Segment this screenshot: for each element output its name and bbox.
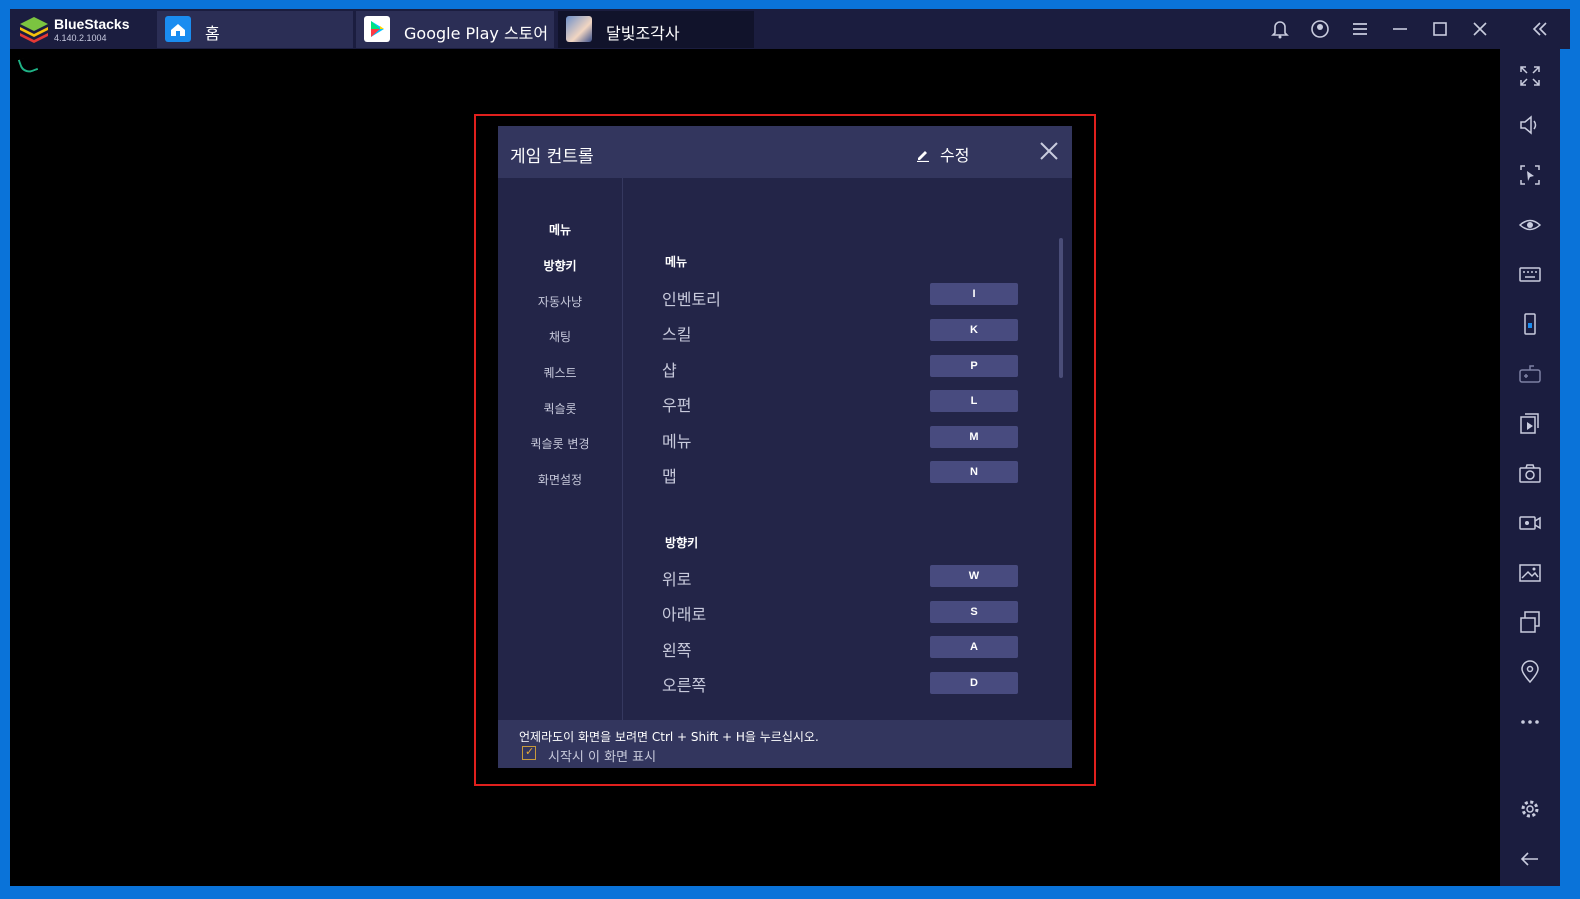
macro-icon[interactable] — [1517, 411, 1543, 437]
key-binding[interactable]: W — [930, 565, 1018, 587]
app-name: BlueStacks — [54, 16, 130, 32]
show-on-start-label: 시작시 이 화면 표시 — [548, 750, 657, 765]
key-binding[interactable]: D — [930, 672, 1018, 694]
gamepad-icon[interactable] — [1517, 361, 1543, 387]
key-binding[interactable]: N — [930, 461, 1018, 483]
key-label: 아래로 — [662, 605, 707, 624]
dialog-header: 게임 컨트롤 수정 — [498, 126, 1072, 178]
key-label: 스킬 — [662, 325, 692, 344]
multi-instance-icon[interactable] — [1517, 609, 1543, 635]
key-binding[interactable]: S — [930, 601, 1018, 623]
title-bar: BlueStacks 4.140.2.1004 홈 Google Play 스토… — [10, 9, 1570, 49]
key-mapping-list[interactable]: 메뉴 인벤토리 I 스킬 K 샵 P 우편 L 메뉴 M 맵 N 방향키 위로 … — [622, 178, 1072, 720]
section-title-direction-keys: 방향키 — [665, 536, 699, 550]
bluestacks-logo-icon — [20, 17, 48, 43]
show-on-start-checkbox[interactable]: ✓ — [522, 745, 536, 760]
key-label: 오른쪽 — [662, 676, 707, 695]
maximize-icon[interactable] — [1428, 17, 1452, 41]
dialog-title: 게임 컨트롤 — [510, 147, 594, 167]
nav-item-direction-keys[interactable]: 방향키 — [498, 257, 622, 274]
key-label: 인벤토리 — [662, 290, 721, 309]
bell-icon[interactable] — [1268, 17, 1292, 41]
google-play-icon — [364, 16, 390, 42]
nav-item-auto-hunt[interactable]: 자동사냥 — [498, 293, 622, 310]
tab-label: 달빛조각사 — [606, 24, 680, 43]
game-controls-dialog: 게임 컨트롤 수정 메뉴 방향키 자동사냥 채팅 퀘스트 퀵슬롯 퀵슬롯 변경 … — [498, 126, 1072, 768]
game-icon — [566, 16, 592, 42]
key-label: 왼쪽 — [662, 641, 692, 660]
scrollbar[interactable] — [1059, 238, 1063, 378]
dialog-footer: 언제라도이 화면을 보려면 Ctrl + Shift + H을 누르십시오. ✓… — [498, 720, 1072, 768]
nav-item-quickslot-change[interactable]: 퀵슬롯 변경 — [498, 435, 622, 452]
section-title-menu: 메뉴 — [665, 255, 688, 269]
minimize-icon[interactable] — [1388, 17, 1412, 41]
tab-label: 홈 — [205, 24, 220, 43]
volume-icon[interactable] — [1517, 112, 1543, 138]
home-icon — [165, 16, 191, 42]
menu-icon[interactable] — [1348, 17, 1372, 41]
collapse-sidebar-icon[interactable] — [1528, 17, 1552, 41]
camera-icon[interactable] — [1517, 460, 1543, 486]
fullscreen-icon[interactable] — [1517, 63, 1543, 89]
eye-icon[interactable] — [1517, 212, 1543, 238]
settings-gear-icon[interactable] — [1517, 796, 1543, 822]
shortcut-hint: 언제라도이 화면을 보려면 Ctrl + Shift + H을 누르십시오. — [519, 730, 819, 744]
tab-google-play[interactable]: Google Play 스토어 — [356, 11, 554, 48]
tab-home[interactable]: 홈 — [157, 11, 353, 48]
checkmark-icon: ✓ — [525, 745, 535, 758]
right-toolbar — [1500, 49, 1560, 886]
app-logo: BlueStacks 4.140.2.1004 — [16, 13, 156, 45]
category-nav: 메뉴 방향키 자동사냥 채팅 퀘스트 퀵슬롯 퀵슬롯 변경 화면설정 — [498, 178, 623, 720]
pointer-lock-icon[interactable] — [1517, 162, 1543, 188]
keyboard-icon[interactable] — [1517, 261, 1543, 287]
nav-item-quickslot[interactable]: 퀵슬롯 — [498, 400, 622, 417]
nav-item-menu[interactable]: 메뉴 — [498, 221, 622, 238]
tab-label: Google Play 스토어 — [404, 24, 549, 43]
loading-spinner-icon — [17, 54, 39, 76]
key-label: 메뉴 — [662, 432, 692, 451]
device-rotate-icon[interactable] — [1517, 311, 1543, 337]
key-binding[interactable]: A — [930, 636, 1018, 658]
location-icon[interactable] — [1517, 659, 1543, 685]
key-label: 우편 — [662, 396, 692, 415]
video-record-icon[interactable] — [1517, 510, 1543, 536]
more-icon[interactable] — [1517, 709, 1543, 735]
media-folder-icon[interactable] — [1517, 560, 1543, 586]
back-arrow-icon[interactable] — [1517, 846, 1543, 872]
key-label: 위로 — [662, 570, 692, 589]
key-binding[interactable]: L — [930, 390, 1018, 412]
dialog-close-icon[interactable] — [1038, 140, 1060, 162]
key-binding[interactable]: P — [930, 355, 1018, 377]
nav-item-screen-settings[interactable]: 화면설정 — [498, 471, 622, 488]
tab-game[interactable]: 달빛조각사 — [558, 11, 754, 48]
key-label: 샵 — [662, 361, 677, 380]
close-icon[interactable] — [1468, 17, 1492, 41]
account-icon[interactable] — [1308, 17, 1332, 41]
nav-item-quest[interactable]: 퀘스트 — [498, 364, 622, 381]
key-binding[interactable]: M — [930, 426, 1018, 448]
key-binding[interactable]: K — [930, 319, 1018, 341]
key-binding[interactable]: I — [930, 283, 1018, 305]
app-version: 4.140.2.1004 — [54, 33, 107, 43]
nav-item-chat[interactable]: 채팅 — [498, 328, 622, 345]
edit-button-label: 수정 — [940, 146, 970, 165]
key-label: 맵 — [662, 467, 677, 486]
pencil-icon — [917, 151, 929, 162]
edit-button[interactable]: 수정 — [916, 142, 969, 166]
